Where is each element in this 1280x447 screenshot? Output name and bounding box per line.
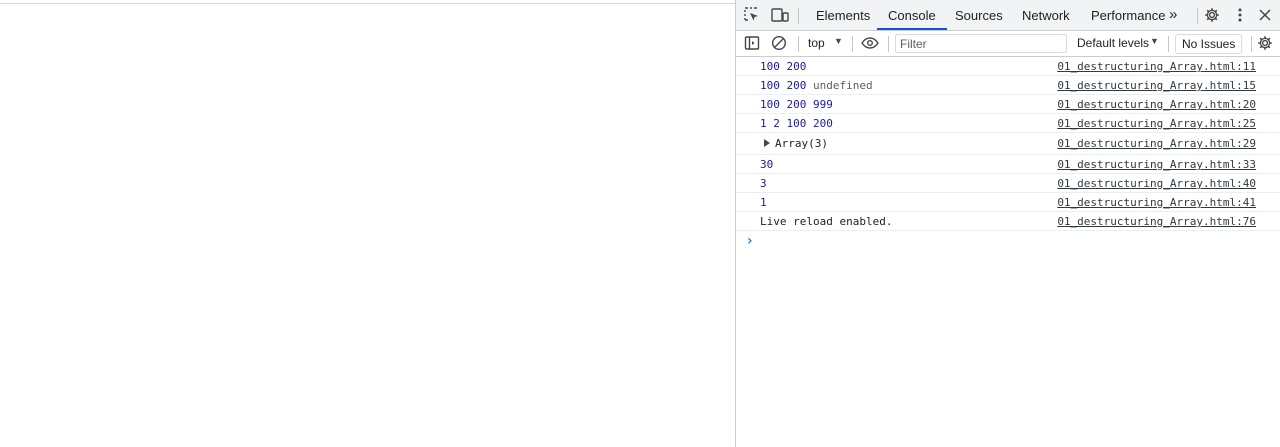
tab-network[interactable]: Network xyxy=(1011,0,1081,30)
tabbar-divider xyxy=(798,8,799,24)
tab-console[interactable]: Console xyxy=(877,0,947,30)
console-message: 100 200 999 01_destructuring_Array.html:… xyxy=(736,95,1280,114)
log-undefined: undefined xyxy=(813,79,873,92)
close-icon[interactable] xyxy=(1256,6,1274,24)
tab-elements[interactable]: Elements xyxy=(805,0,881,30)
source-link[interactable]: 01_destructuring_Array.html:40 xyxy=(1057,177,1256,190)
device-toolbar-icon[interactable] xyxy=(771,6,789,24)
clear-console-icon[interactable] xyxy=(770,34,788,52)
devtools-tabbar: Elements Console Sources Network Perform… xyxy=(736,0,1280,31)
log-value: 200 xyxy=(813,117,833,130)
console-prompt[interactable]: › xyxy=(736,231,1280,253)
devtools-panel: Elements Console Sources Network Perform… xyxy=(735,0,1280,447)
source-link[interactable]: 01_destructuring_Array.html:25 xyxy=(1057,117,1256,130)
toolbar-divider xyxy=(1168,36,1169,52)
inspect-element-icon[interactable] xyxy=(743,6,761,24)
source-link[interactable]: 01_destructuring_Array.html:76 xyxy=(1057,215,1256,228)
log-value: 3 xyxy=(760,177,767,190)
console-message: 100 200 undefined 01_destructuring_Array… xyxy=(736,76,1280,95)
console-message: 100 200 01_destructuring_Array.html:11 xyxy=(736,57,1280,76)
log-value: 1 xyxy=(760,196,767,209)
log-value: 200 xyxy=(786,98,807,111)
toolbar-divider xyxy=(1251,36,1252,52)
more-tabs-button[interactable]: » xyxy=(1163,0,1183,30)
log-value: 30 xyxy=(760,158,774,171)
array-object-label[interactable]: Array(3) xyxy=(775,137,828,150)
log-text: Live reload enabled. xyxy=(760,215,893,228)
sidebar-toggle-icon[interactable] xyxy=(743,34,761,52)
console-messages: 100 200 01_destructuring_Array.html:11 1… xyxy=(736,57,1280,253)
console-message: Array(3) 01_destructuring_Array.html:29 xyxy=(736,133,1280,155)
eye-icon[interactable] xyxy=(860,34,880,52)
log-levels-dropdown[interactable]: Default levels xyxy=(1077,36,1149,50)
toolbar-divider xyxy=(888,36,889,52)
log-value: 100 xyxy=(786,117,807,130)
prompt-chevron-icon: › xyxy=(747,233,753,249)
console-message: 1 2 100 200 01_destructuring_Array.html:… xyxy=(736,114,1280,133)
page-viewport xyxy=(0,4,735,447)
context-selector[interactable]: top xyxy=(808,36,825,50)
log-value: 2 xyxy=(773,117,780,130)
source-link[interactable]: 01_destructuring_Array.html:15 xyxy=(1057,79,1256,92)
kebab-menu-icon[interactable] xyxy=(1231,6,1249,24)
source-link[interactable]: 01_destructuring_Array.html:33 xyxy=(1057,158,1256,171)
issues-button[interactable]: No Issues xyxy=(1175,34,1243,54)
console-message: 3 01_destructuring_Array.html:40 xyxy=(736,174,1280,193)
log-value: 100 xyxy=(760,98,780,111)
console-message: Live reload enabled. 01_destructuring_Ar… xyxy=(736,212,1280,231)
log-value: 200 xyxy=(786,79,807,92)
source-link[interactable]: 01_destructuring_Array.html:29 xyxy=(1057,137,1256,150)
log-value: 1 xyxy=(760,117,767,130)
tabbar-divider xyxy=(1197,8,1198,24)
toolbar-divider xyxy=(798,36,799,52)
source-link[interactable]: 01_destructuring_Array.html:11 xyxy=(1057,60,1256,73)
source-link[interactable]: 01_destructuring_Array.html:20 xyxy=(1057,98,1256,111)
console-settings-gear-icon[interactable] xyxy=(1256,34,1274,52)
log-value: 100 xyxy=(760,79,780,92)
source-link[interactable]: 01_destructuring_Array.html:41 xyxy=(1057,196,1256,209)
chevron-down-icon[interactable]: ▼ xyxy=(834,36,843,46)
console-message: 30 01_destructuring_Array.html:33 xyxy=(736,155,1280,174)
gear-icon[interactable] xyxy=(1203,6,1221,24)
console-toolbar: top ▼ Default levels ▼ No Issues xyxy=(736,31,1280,57)
log-value: 100 xyxy=(760,60,780,73)
log-value: 999 xyxy=(813,98,833,111)
tab-sources[interactable]: Sources xyxy=(944,0,1014,30)
console-message: 1 01_destructuring_Array.html:41 xyxy=(736,193,1280,212)
tab-performance[interactable]: Performance xyxy=(1080,0,1176,30)
expand-triangle-icon[interactable] xyxy=(764,139,770,147)
filter-input[interactable] xyxy=(895,34,1067,53)
toolbar-divider xyxy=(852,36,853,52)
chevron-down-icon[interactable]: ▼ xyxy=(1150,36,1159,46)
log-value: 200 xyxy=(786,60,807,73)
